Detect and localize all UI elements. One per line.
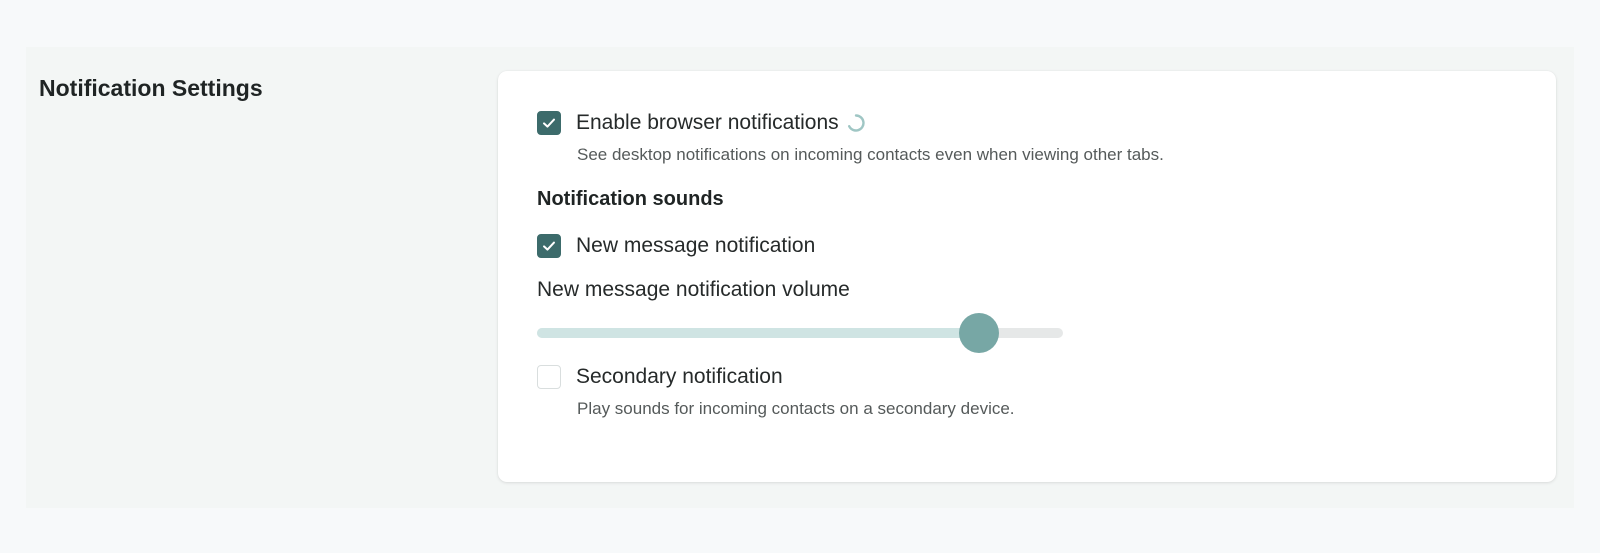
browser-notifications-row[interactable]: Enable browser notifications	[537, 111, 866, 135]
volume-slider-thumb[interactable]	[958, 313, 999, 353]
spinner-icon	[847, 114, 865, 132]
browser-notifications-label: Enable browser notifications	[576, 111, 839, 134]
notification-sounds-heading: Notification sounds	[537, 188, 724, 210]
volume-label: New message notification volume	[537, 278, 850, 301]
volume-slider-fill	[537, 328, 979, 338]
browser-notifications-checkbox[interactable]	[537, 111, 561, 135]
new-message-checkbox[interactable]	[537, 234, 561, 258]
secondary-notification-help: Play sounds for incoming contacts on a s…	[577, 399, 1015, 418]
notification-settings-section: Notification Settings Enable browser not…	[26, 47, 1574, 508]
browser-notifications-help: See desktop notifications on incoming co…	[577, 145, 1164, 164]
notification-settings-card: Enable browser notifications See desktop…	[498, 71, 1556, 482]
secondary-notification-label: Secondary notification	[576, 365, 783, 388]
secondary-notification-checkbox[interactable]	[537, 365, 561, 389]
volume-slider[interactable]	[537, 313, 1063, 353]
checkmark-icon	[543, 118, 555, 128]
new-message-label: New message notification	[576, 234, 816, 257]
checkmark-icon	[543, 241, 555, 251]
section-title: Notification Settings	[39, 75, 263, 101]
secondary-notification-row[interactable]: Secondary notification	[537, 365, 783, 389]
new-message-row[interactable]: New message notification	[537, 234, 815, 258]
